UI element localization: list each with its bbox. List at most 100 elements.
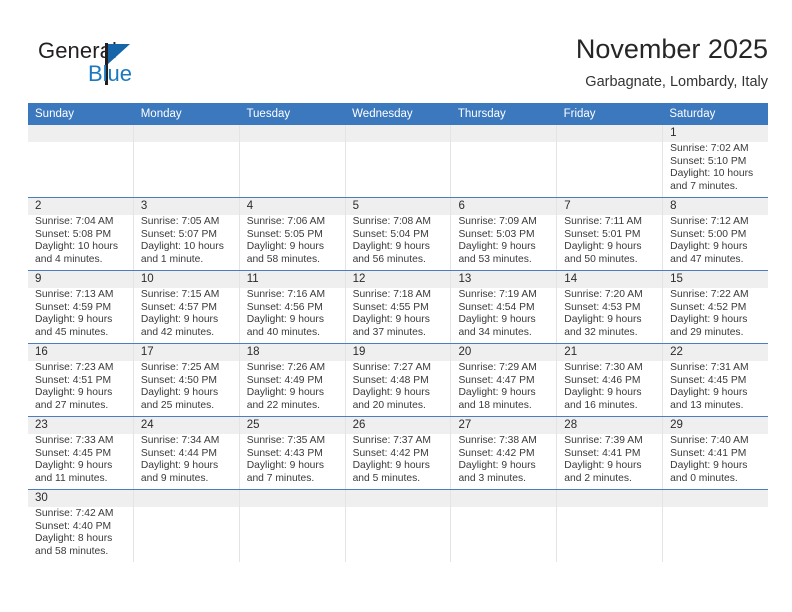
sunset-text: Sunset: 5:03 PM — [458, 228, 535, 240]
day-cell[interactable]: 18 Sunrise: 7:26 AM Sunset: 4:49 PM Dayl… — [240, 344, 346, 416]
day-number: 8 — [670, 200, 677, 212]
weekday-header-tuesday: Tuesday — [246, 108, 291, 120]
daylight-text-line2: and 3 minutes. — [458, 472, 526, 484]
day-cell[interactable] — [134, 125, 240, 197]
daylight-text-line2: and 40 minutes. — [246, 326, 320, 338]
day-number: 28 — [564, 419, 578, 431]
day-cell[interactable] — [557, 490, 664, 562]
daylight-text-line1: Daylight: 9 hours — [246, 460, 324, 472]
day-number: 20 — [458, 346, 472, 358]
day-info: Sunrise: 7:23 AM Sunset: 4:51 PM Dayligh… — [35, 362, 127, 412]
day-cell[interactable]: 8 Sunrise: 7:12 AM Sunset: 5:00 PM Dayli… — [663, 198, 768, 270]
day-cell[interactable]: 16 Sunrise: 7:23 AM Sunset: 4:51 PM Dayl… — [28, 344, 134, 416]
sunrise-text: Sunrise: 7:11 AM — [564, 216, 642, 227]
daylight-text-line1: Daylight: 8 hours — [35, 533, 113, 545]
day-number: 2 — [35, 200, 42, 212]
day-cell[interactable] — [557, 125, 664, 197]
sunset-text: Sunset: 4:51 PM — [35, 374, 112, 386]
day-cell[interactable] — [240, 490, 346, 562]
weekday-header-monday: Monday — [140, 108, 182, 120]
sunset-text: Sunset: 5:01 PM — [564, 228, 641, 240]
daylight-text-line1: Daylight: 9 hours — [246, 314, 324, 326]
day-cell[interactable] — [240, 125, 346, 197]
day-cell[interactable]: 23 Sunrise: 7:33 AM Sunset: 4:45 PM Dayl… — [28, 417, 134, 489]
daylight-text-line1: Daylight: 9 hours — [670, 387, 748, 399]
sunrise-text: Sunrise: 7:19 AM — [458, 289, 537, 300]
week-cells: 1 Sunrise: 7:02 AM Sunset: 5:10 PM Dayli… — [28, 125, 768, 197]
daylight-text-line2: and 29 minutes. — [670, 326, 744, 338]
day-number: 25 — [246, 419, 260, 431]
weekday-header-wednesday: Wednesday — [352, 108, 413, 120]
day-cell[interactable]: 9 Sunrise: 7:13 AM Sunset: 4:59 PM Dayli… — [28, 271, 134, 343]
day-cell[interactable]: 19 Sunrise: 7:27 AM Sunset: 4:48 PM Dayl… — [346, 344, 452, 416]
day-number: 1 — [670, 127, 677, 139]
day-cell[interactable] — [451, 490, 558, 562]
sunset-text: Sunset: 5:10 PM — [670, 155, 747, 167]
day-info: Sunrise: 7:22 AM Sunset: 4:52 PM Dayligh… — [670, 289, 762, 339]
sunset-text: Sunset: 5:00 PM — [670, 228, 747, 240]
day-info: Sunrise: 7:11 AM Sunset: 5:01 PM Dayligh… — [564, 216, 656, 266]
day-cell[interactable] — [346, 125, 452, 197]
daylight-text-line1: Daylight: 9 hours — [35, 314, 113, 326]
daylight-text-line1: Daylight: 9 hours — [352, 387, 430, 399]
sunrise-text: Sunrise: 7:15 AM — [140, 289, 220, 300]
day-cell[interactable]: 10 Sunrise: 7:15 AM Sunset: 4:57 PM Dayl… — [134, 271, 240, 343]
day-cell[interactable] — [134, 490, 240, 562]
day-cell[interactable]: 28 Sunrise: 7:39 AM Sunset: 4:41 PM Dayl… — [557, 417, 664, 489]
day-cell[interactable]: 2 Sunrise: 7:04 AM Sunset: 5:08 PM Dayli… — [28, 198, 134, 270]
day-info: Sunrise: 7:16 AM Sunset: 4:56 PM Dayligh… — [247, 289, 339, 339]
daylight-text-line1: Daylight: 10 hours — [670, 168, 754, 180]
sunrise-text: Sunrise: 7:35 AM — [246, 435, 326, 446]
day-cell[interactable] — [451, 125, 558, 197]
day-info: Sunrise: 7:08 AM Sunset: 5:04 PM Dayligh… — [353, 216, 445, 266]
day-cell[interactable]: 21 Sunrise: 7:30 AM Sunset: 4:46 PM Dayl… — [557, 344, 664, 416]
day-cell[interactable] — [28, 125, 134, 197]
day-cell[interactable]: 26 Sunrise: 7:37 AM Sunset: 4:42 PM Dayl… — [346, 417, 452, 489]
day-cell[interactable]: 24 Sunrise: 7:34 AM Sunset: 4:44 PM Dayl… — [134, 417, 240, 489]
sunset-text: Sunset: 4:43 PM — [246, 447, 323, 459]
day-cell[interactable]: 25 Sunrise: 7:35 AM Sunset: 4:43 PM Dayl… — [240, 417, 346, 489]
day-cell[interactable]: 1 Sunrise: 7:02 AM Sunset: 5:10 PM Dayli… — [663, 125, 768, 197]
day-cell[interactable]: 27 Sunrise: 7:38 AM Sunset: 4:42 PM Dayl… — [451, 417, 558, 489]
sunset-text: Sunset: 4:53 PM — [564, 301, 641, 313]
page-header: General Blue November 2025 Garbagnate, L… — [0, 0, 792, 100]
day-cell[interactable]: 6 Sunrise: 7:09 AM Sunset: 5:03 PM Dayli… — [451, 198, 558, 270]
sunrise-text: Sunrise: 7:13 AM — [35, 289, 114, 300]
day-cell[interactable]: 13 Sunrise: 7:19 AM Sunset: 4:54 PM Dayl… — [451, 271, 558, 343]
week-row: 9 Sunrise: 7:13 AM Sunset: 4:59 PM Dayli… — [28, 271, 768, 344]
sunset-text: Sunset: 4:59 PM — [35, 301, 112, 313]
day-cell[interactable] — [663, 490, 768, 562]
daylight-text-line2: and 27 minutes. — [35, 399, 109, 411]
day-cell[interactable]: 4 Sunrise: 7:06 AM Sunset: 5:05 PM Dayli… — [240, 198, 346, 270]
daylight-text-line1: Daylight: 9 hours — [458, 460, 536, 472]
day-cell[interactable]: 22 Sunrise: 7:31 AM Sunset: 4:45 PM Dayl… — [663, 344, 768, 416]
sunset-text: Sunset: 4:56 PM — [246, 301, 323, 313]
day-cell[interactable]: 11 Sunrise: 7:16 AM Sunset: 4:56 PM Dayl… — [240, 271, 346, 343]
sunrise-text: Sunrise: 7:39 AM — [564, 435, 643, 446]
day-cell[interactable]: 15 Sunrise: 7:22 AM Sunset: 4:52 PM Dayl… — [663, 271, 768, 343]
day-cell[interactable]: 3 Sunrise: 7:05 AM Sunset: 5:07 PM Dayli… — [134, 198, 240, 270]
daylight-text-line1: Daylight: 9 hours — [670, 241, 748, 253]
sunrise-text: Sunrise: 7:04 AM — [35, 216, 114, 227]
day-number: 26 — [352, 419, 366, 431]
day-cell[interactable]: 5 Sunrise: 7:08 AM Sunset: 5:04 PM Dayli… — [346, 198, 452, 270]
general-blue-logo[interactable]: General Blue — [38, 38, 178, 88]
day-cell[interactable] — [346, 490, 452, 562]
day-cell[interactable]: 7 Sunrise: 7:11 AM Sunset: 5:01 PM Dayli… — [557, 198, 664, 270]
daylight-text-line2: and 7 minutes. — [670, 180, 738, 192]
day-number: 30 — [35, 492, 48, 504]
day-cell[interactable]: 30 Sunrise: 7:42 AM Sunset: 4:40 PM Dayl… — [28, 490, 134, 562]
day-number: 11 — [246, 273, 259, 285]
day-cell[interactable]: 14 Sunrise: 7:20 AM Sunset: 4:53 PM Dayl… — [557, 271, 664, 343]
day-cell[interactable]: 29 Sunrise: 7:40 AM Sunset: 4:41 PM Dayl… — [663, 417, 768, 489]
sunrise-text: Sunrise: 7:42 AM — [35, 508, 114, 519]
day-cell[interactable]: 12 Sunrise: 7:18 AM Sunset: 4:55 PM Dayl… — [346, 271, 452, 343]
page-subtitle: Garbagnate, Lombardy, Italy — [585, 74, 768, 90]
day-number: 18 — [246, 346, 260, 358]
daylight-text-line1: Daylight: 9 hours — [246, 241, 324, 253]
day-cell[interactable]: 17 Sunrise: 7:25 AM Sunset: 4:50 PM Dayl… — [134, 344, 240, 416]
day-cell[interactable]: 20 Sunrise: 7:29 AM Sunset: 4:47 PM Dayl… — [451, 344, 558, 416]
week-cells: 16 Sunrise: 7:23 AM Sunset: 4:51 PM Dayl… — [28, 344, 768, 416]
week-cells: 30 Sunrise: 7:42 AM Sunset: 4:40 PM Dayl… — [28, 490, 768, 562]
sunrise-text: Sunrise: 7:40 AM — [670, 435, 749, 446]
